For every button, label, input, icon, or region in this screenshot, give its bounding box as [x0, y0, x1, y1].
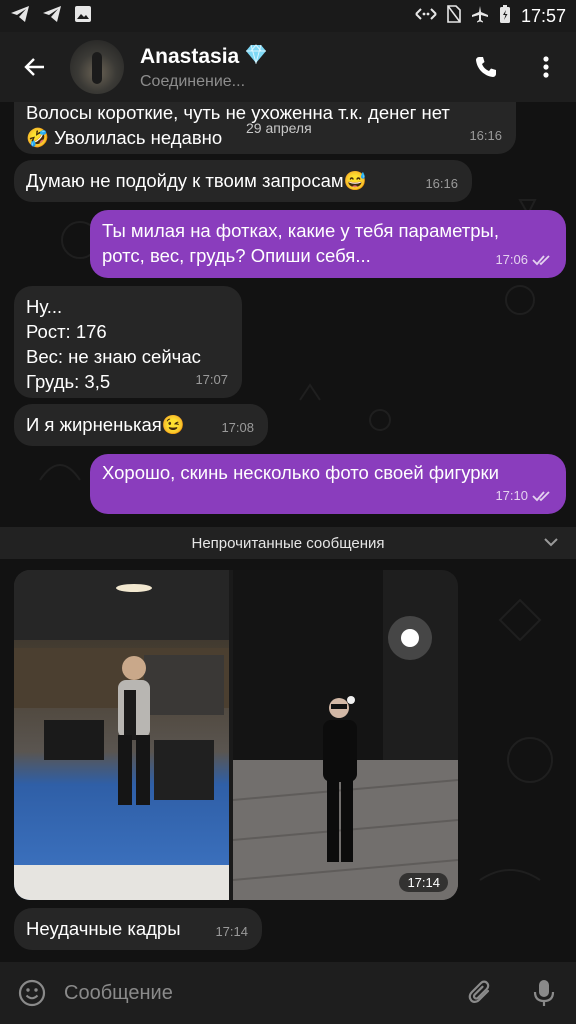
phone-icon: [476, 57, 496, 77]
connection-status: Соединение...: [140, 72, 246, 90]
message-outgoing[interactable]: Ты милая на фотках, какие у тебя парамет…: [90, 210, 566, 278]
message-time: 17:06: [495, 252, 528, 267]
message-input[interactable]: Сообщение: [64, 982, 448, 1005]
unread-label: Непрочитанные сообщения: [191, 534, 385, 552]
message-composer: Сообщение: [0, 962, 576, 1024]
more-vertical-icon: [543, 56, 549, 78]
message-incoming[interactable]: Ну... Рост: 176 Вес: не знаю сейчас Груд…: [14, 286, 242, 398]
image-icon: [74, 5, 92, 27]
paperclip-icon: [468, 980, 490, 1003]
message-outgoing[interactable]: Хорошо, скинь несколько фото своей фигур…: [90, 454, 566, 514]
unread-messages-divider: Непрочитанные сообщения: [0, 527, 576, 559]
message-line: Рост: 176: [26, 321, 107, 342]
voice-message-button[interactable]: [512, 962, 576, 1024]
message-time: 17:10: [495, 488, 528, 503]
double-check-icon: [532, 490, 550, 501]
avatar[interactable]: [70, 40, 124, 94]
no-sim-icon: [447, 4, 461, 28]
telegram-icon: [42, 5, 62, 27]
status-bar: 17:57: [0, 0, 576, 32]
message-incoming[interactable]: Неудачные кадры 17:14: [14, 908, 262, 950]
battery-charging-icon: [499, 4, 511, 29]
emoji-icon: [18, 979, 46, 1007]
chat-name: Anastasia: [140, 44, 240, 68]
message-line: Хорошо, скинь несколько фото своей фигур…: [102, 462, 499, 483]
more-options-button[interactable]: [516, 32, 576, 102]
message-time: 17:14: [399, 873, 448, 892]
message-line: Ты милая на фотках, какие у тебя парамет…: [102, 220, 499, 241]
back-button[interactable]: [0, 32, 70, 102]
arrow-left-icon: [24, 58, 44, 76]
status-time: 17:57: [520, 5, 566, 26]
data-transfer-icon: [415, 6, 437, 26]
attach-button[interactable]: [448, 962, 512, 1024]
chat-header: Anastasia Соединение...: [0, 32, 576, 102]
photo-album[interactable]: 17:14: [14, 570, 458, 900]
chat-title-block[interactable]: Anastasia Соединение...: [140, 43, 267, 91]
emoji-button[interactable]: [0, 962, 64, 1024]
message-line: ротс, вес, грудь? Опиши себя...: [102, 245, 371, 266]
message-time: 16:16: [425, 176, 458, 191]
message-time: 17:08: [221, 420, 254, 435]
message-incoming[interactable]: Думаю не подойду к твоим запросам😅 16:16: [14, 160, 472, 202]
telegram-icon: [10, 5, 30, 27]
diamond-icon: [245, 43, 267, 70]
message-incoming[interactable]: И я жирненькая😉 17:08: [14, 404, 268, 446]
date-header: 29 апреля: [246, 120, 312, 136]
message-time: 16:16: [469, 128, 502, 143]
photo-gym[interactable]: [14, 570, 229, 900]
airplane-mode-icon: [471, 5, 489, 28]
message-line: Думаю не подойду к твоим запросам😅: [26, 170, 367, 191]
call-button[interactable]: [456, 32, 516, 102]
message-line: Ну...: [26, 296, 63, 317]
double-check-icon: [532, 254, 550, 265]
message-time: 17:14: [215, 924, 248, 939]
message-line: Вес: не знаю сейчас: [26, 346, 201, 367]
photo-street-night[interactable]: 17:14: [232, 570, 458, 900]
message-time: 17:07: [195, 372, 228, 387]
chevron-down-icon[interactable]: [542, 533, 560, 555]
microphone-icon: [533, 980, 555, 1006]
